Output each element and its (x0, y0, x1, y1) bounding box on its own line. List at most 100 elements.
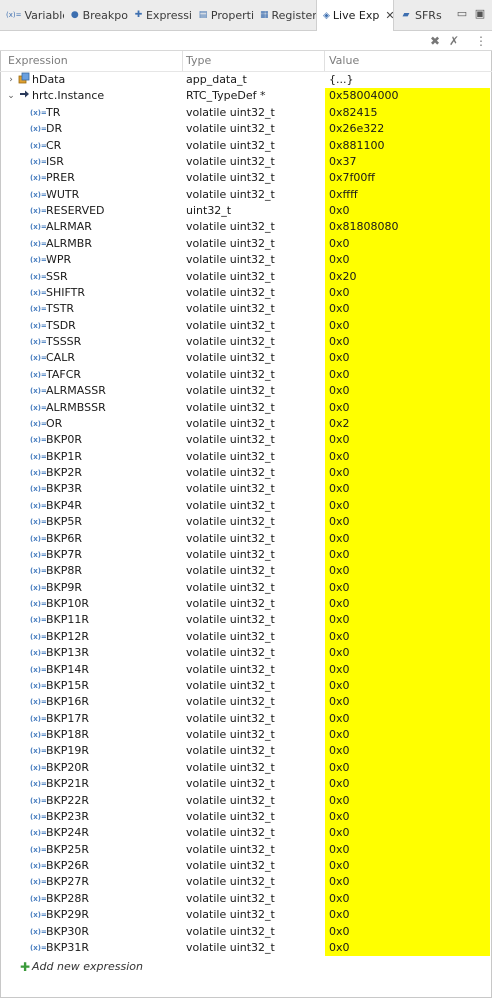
expression-cell[interactable]: (x)= BKP8R (0, 563, 180, 579)
table-row[interactable]: (x)= BKP31R volatile uint32_t 0x0 (0, 939, 492, 957)
remove-all-expressions-icon[interactable]: ✗ (447, 34, 461, 48)
expression-cell[interactable]: (x)= ALRMBR (0, 236, 180, 252)
maximize-icon[interactable]: ▣ (474, 8, 486, 20)
value-cell[interactable]: 0x0 (325, 383, 490, 400)
expression-cell[interactable]: (x)= BKP24R (0, 825, 180, 841)
table-row[interactable]: (x)= TR volatile uint32_t 0x82415 (0, 104, 492, 122)
value-cell[interactable]: 0x0 (325, 235, 490, 253)
value-cell[interactable]: 0x0 (325, 661, 490, 678)
remove-expression-icon[interactable]: ✖ (428, 34, 442, 48)
value-cell[interactable]: 0x0 (325, 465, 490, 482)
table-row[interactable]: (x)= ALRMAR volatile uint32_t 0x81808080 (0, 219, 492, 236)
tab-registers[interactable]: ▦ Register (254, 0, 316, 30)
value-cell[interactable]: 0x0 (325, 907, 490, 924)
value-cell[interactable]: 0x0 (325, 596, 490, 613)
value-cell[interactable]: 0x0 (325, 546, 490, 564)
value-cell[interactable]: 0x0 (325, 759, 490, 777)
table-row[interactable]: (x)= BKP7R volatile uint32_t 0x0 (0, 546, 492, 564)
minimize-icon[interactable]: ▭ (456, 8, 468, 20)
table-row[interactable]: (x)= BKP16R volatile uint32_t 0x0 (0, 694, 492, 711)
table-row[interactable]: (x)= RESERVED uint32_t 0x0 (0, 203, 492, 220)
value-cell[interactable]: 0x0 (325, 694, 490, 711)
value-cell[interactable]: 0x58004000 (325, 88, 490, 105)
value-cell[interactable]: 0x0 (325, 923, 490, 940)
table-row[interactable]: (x)= BKP4R volatile uint32_t 0x0 (0, 497, 492, 515)
value-cell[interactable]: 0x0 (325, 612, 490, 629)
column-header-type[interactable]: Type (186, 51, 211, 71)
table-row[interactable]: (x)= PRER volatile uint32_t 0x7f00ff (0, 170, 492, 187)
table-row[interactable]: (x)= BKP21R volatile uint32_t 0x0 (0, 776, 492, 793)
value-cell[interactable]: 0x0 (325, 825, 490, 842)
expression-cell[interactable]: (x)= ISR (0, 154, 180, 170)
table-row[interactable]: (x)= BKP26R volatile uint32_t 0x0 (0, 858, 492, 875)
value-cell[interactable]: 0x0 (325, 448, 490, 465)
expression-cell[interactable]: (x)= BKP9R (0, 580, 180, 596)
table-row[interactable]: (x)= BKP29R volatile uint32_t 0x0 (0, 907, 492, 924)
table-row[interactable]: (x)= ISR volatile uint32_t 0x37 (0, 153, 492, 171)
table-row[interactable]: (x)= BKP30R volatile uint32_t 0x0 (0, 923, 492, 940)
expression-cell[interactable]: (x)= TR (0, 105, 180, 121)
value-cell[interactable]: 0x0 (325, 579, 490, 596)
expression-cell[interactable]: (x)= BKP18R (0, 727, 180, 743)
expression-cell[interactable]: (x)= BKP11R (0, 612, 180, 628)
expression-cell[interactable]: ⌄ hrtc.Instance (0, 88, 180, 104)
table-row[interactable]: (x)= ALRMASSR volatile uint32_t 0x0 (0, 383, 492, 400)
expression-cell[interactable]: (x)= BKP12R (0, 629, 180, 645)
table-row[interactable]: (x)= TSTR volatile uint32_t 0x0 (0, 301, 492, 318)
expression-cell[interactable]: (x)= BKP7R (0, 547, 180, 563)
expression-cell[interactable]: (x)= BKP27R (0, 874, 180, 890)
expression-cell[interactable]: (x)= ALRMBSSR (0, 400, 180, 416)
value-cell[interactable]: 0x0 (325, 792, 490, 809)
column-header-expression[interactable]: Expression (8, 51, 68, 71)
tab-properties[interactable]: ▤ Properti (192, 0, 254, 30)
expression-cell[interactable]: (x)= BKP2R (0, 465, 180, 481)
table-row[interactable]: (x)= ALRMBSSR volatile uint32_t 0x0 (0, 399, 492, 416)
value-cell[interactable]: 0x0 (325, 710, 490, 727)
table-row[interactable]: (x)= BKP19R volatile uint32_t 0x0 (0, 743, 492, 760)
table-row[interactable]: (x)= BKP2R volatile uint32_t 0x0 (0, 465, 492, 482)
tab-expressions[interactable]: ✚ Expressi (128, 0, 192, 30)
expression-cell[interactable]: (x)= BKP5R (0, 514, 180, 530)
expression-cell[interactable]: (x)= PRER (0, 170, 180, 186)
table-row[interactable]: (x)= BKP23R volatile uint32_t 0x0 (0, 808, 492, 826)
table-row[interactable]: (x)= CR volatile uint32_t 0x881100 (0, 137, 492, 154)
value-cell[interactable]: 0x0 (325, 890, 490, 908)
value-cell[interactable]: 0x0 (325, 301, 490, 318)
table-row[interactable]: (x)= BKP28R volatile uint32_t 0x0 (0, 890, 492, 908)
expression-cell[interactable]: (x)= BKP29R (0, 907, 180, 923)
expression-cell[interactable]: (x)= BKP25R (0, 842, 180, 858)
expression-cell[interactable]: (x)= BKP4R (0, 498, 180, 514)
tab-sfrs[interactable]: ▰ SFRs (394, 0, 444, 30)
table-row[interactable]: (x)= BKP11R volatile uint32_t 0x0 (0, 612, 492, 629)
expression-cell[interactable]: (x)= BKP13R (0, 645, 180, 661)
expression-cell[interactable]: (x)= BKP30R (0, 924, 180, 940)
expression-cell[interactable]: (x)= BKP22R (0, 793, 180, 809)
value-cell[interactable]: 0x0 (325, 350, 490, 367)
table-row[interactable]: (x)= DR volatile uint32_t 0x26e322 (0, 121, 492, 138)
value-cell[interactable]: 0x0 (325, 743, 490, 760)
expression-cell[interactable]: › hData (0, 72, 180, 88)
table-row[interactable]: (x)= BKP3R volatile uint32_t 0x0 (0, 481, 492, 498)
value-cell[interactable]: 0xffff (325, 186, 490, 203)
expression-cell[interactable]: (x)= BKP28R (0, 891, 180, 907)
value-cell[interactable]: 0x0 (325, 366, 490, 384)
table-row[interactable]: (x)= BKP22R volatile uint32_t 0x0 (0, 792, 492, 809)
value-cell[interactable]: 0x0 (325, 563, 490, 580)
value-cell[interactable]: 0x0 (325, 939, 490, 957)
expression-cell[interactable]: (x)= TSSSR (0, 334, 180, 350)
expression-cell[interactable]: (x)= BKP16R (0, 694, 180, 710)
value-cell[interactable]: 0x0 (325, 284, 490, 302)
expand-arrow-icon[interactable]: › (6, 72, 16, 88)
table-row[interactable]: (x)= TSSSR volatile uint32_t 0x0 (0, 334, 492, 351)
expression-cell[interactable]: (x)= BKP23R (0, 809, 180, 825)
value-cell[interactable]: 0x0 (325, 874, 490, 891)
expression-cell[interactable]: (x)= BKP6R (0, 531, 180, 547)
tab-breakpoints[interactable]: ● Breakpo (64, 0, 128, 30)
value-cell[interactable]: 0x0 (325, 497, 490, 515)
value-cell[interactable]: 0x0 (325, 481, 490, 498)
expression-cell[interactable]: (x)= TSDR (0, 318, 180, 334)
table-row[interactable]: (x)= BKP10R volatile uint32_t 0x0 (0, 596, 492, 613)
expression-cell[interactable]: (x)= ALRMAR (0, 219, 180, 235)
table-row[interactable]: (x)= CALR volatile uint32_t 0x0 (0, 350, 492, 367)
value-cell[interactable]: 0x0 (325, 203, 490, 220)
